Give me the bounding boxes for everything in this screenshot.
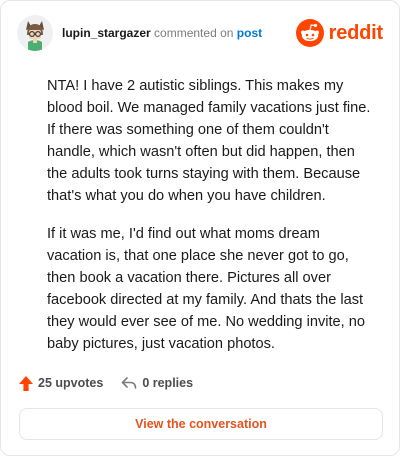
reddit-snoo-icon [295, 19, 324, 47]
comment-header: lupin_stargazer commented on post reddit [17, 15, 383, 51]
comment-card: lupin_stargazer commented on post reddit… [0, 0, 400, 456]
reply-arrow-icon [122, 377, 137, 389]
comment-byline: lupin_stargazer commented on post [62, 26, 262, 40]
reply-count[interactable]: 0 replies [121, 376, 193, 390]
comment-paragraph: NTA! I have 2 autistic siblings. This ma… [47, 78, 371, 204]
reddit-logo[interactable]: reddit [295, 19, 384, 47]
upvote-count[interactable]: 25 upvotes [19, 375, 104, 391]
comment-body: NTA! I have 2 autistic siblings. This ma… [47, 75, 377, 371]
comment-paragraph: If it was me, I'd find out what moms dre… [47, 226, 365, 352]
reddit-wordmark: reddit [328, 21, 384, 44]
avatar[interactable] [17, 15, 53, 51]
view-conversation-button[interactable]: View the conversation [19, 408, 383, 440]
avatar-image [17, 15, 53, 51]
comment-stats: 25 upvotes 0 replies [19, 373, 193, 393]
reply-label: 0 replies [142, 376, 194, 390]
upvote-label: 25 upvotes [38, 376, 104, 390]
action-text: commented on [154, 26, 234, 40]
post-link[interactable]: post [237, 26, 262, 40]
upvote-arrow-icon [19, 375, 33, 391]
username[interactable]: lupin_stargazer [62, 26, 151, 40]
